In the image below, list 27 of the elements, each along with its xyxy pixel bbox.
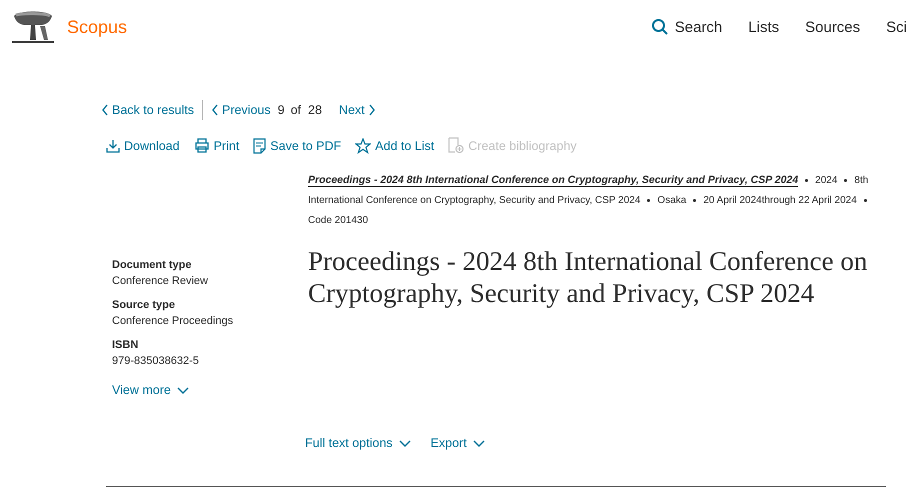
action-link[interactable]: Download: [106, 137, 180, 154]
dropdown-link[interactable]: Full text options: [305, 436, 411, 450]
brand-link[interactable]: Scopus: [67, 16, 128, 38]
nav-link[interactable]: Sources: [805, 18, 860, 36]
nav-link[interactable]: Search: [650, 18, 722, 36]
metadata-value: Conference Proceedings: [112, 314, 234, 329]
previous-link[interactable]: Previous: [210, 103, 271, 117]
metadata-value: 979-835038632-5: [112, 354, 200, 369]
record-of: of: [290, 103, 302, 117]
action-link[interactable]: Save to PDF: [253, 137, 342, 154]
source-citation: Proceedings - 2024 8th International Conference on Cryptography, Security and Privacy, CSP 2024 2024 8th International Conference on Cryptography, Security and Privacy, CSP 2024 Osaka 20 April 2024through 22 April 2024 Code 201430: [308, 173, 870, 228]
metadata-label: ISBN: [112, 338, 140, 353]
source-title-link[interactable]: Proceedings - 2024 8th International Conference on Cryptography, Security and Privacy, CSP 2024: [308, 174, 798, 187]
back-link[interactable]: Back to results: [101, 103, 194, 117]
view-more-link[interactable]: View more: [112, 383, 189, 397]
next-link[interactable]: Next: [338, 103, 376, 117]
dropdown-link[interactable]: Export: [430, 436, 485, 450]
action-link[interactable]: Add to List: [355, 137, 434, 154]
metadata-label: Source type: [112, 298, 176, 313]
document-title: Proceedings - 2024 8th International Conference on Cryptography, Security and Privacy, CSP 2024: [308, 245, 868, 309]
nav-link[interactable]: Lists: [748, 18, 780, 36]
nav-link[interactable]: Sci: [886, 18, 907, 36]
metadata-value: Conference Review: [112, 274, 209, 289]
metadata-label: Document type: [112, 258, 192, 273]
action-link[interactable]: Print: [194, 137, 240, 154]
record-total: 28: [308, 103, 322, 117]
record-position: 9: [278, 103, 285, 117]
